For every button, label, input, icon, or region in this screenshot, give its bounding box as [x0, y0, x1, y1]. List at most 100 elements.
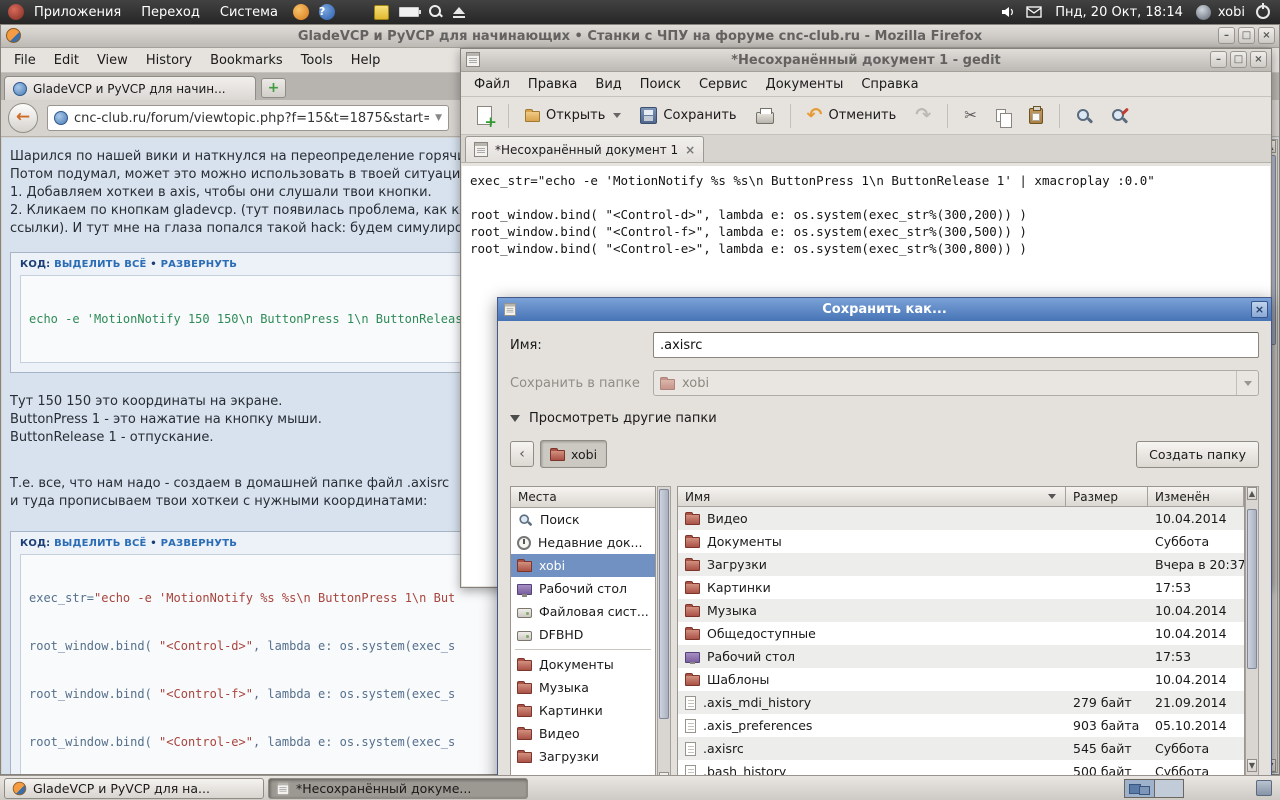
- browser-launcher-icon[interactable]: [292, 4, 309, 20]
- file-row[interactable]: Загрузки Вчера в 20:37: [678, 553, 1244, 576]
- select-all-link[interactable]: ВЫДЕЛИТЬ ВСЁ: [54, 538, 147, 549]
- create-folder-button[interactable]: Создать папку: [1136, 440, 1259, 468]
- place-pictures[interactable]: Картинки: [511, 699, 655, 722]
- combo-dropdown-icon[interactable]: [1236, 371, 1252, 395]
- taskbar-button-firefox[interactable]: GladeVCP и PyVCP для на...: [4, 777, 264, 799]
- menu-help[interactable]: Справка: [852, 74, 927, 95]
- find-button[interactable]: [1068, 101, 1100, 131]
- place-documents[interactable]: Документы: [511, 653, 655, 676]
- user-avatar-icon[interactable]: [1195, 4, 1211, 20]
- scrollbar-thumb[interactable]: [659, 489, 669, 719]
- copy-button[interactable]: [988, 101, 1018, 131]
- scroll-down-icon[interactable]: ▼: [1247, 759, 1257, 772]
- close-button[interactable]: ×: [1250, 51, 1267, 68]
- maximize-button[interactable]: □: [1230, 51, 1247, 68]
- file-row[interactable]: Документы Суббота: [678, 530, 1244, 553]
- new-tab-button[interactable]: +: [261, 78, 286, 98]
- menu-system[interactable]: Система: [210, 0, 288, 24]
- path-button-xobi[interactable]: xobi: [540, 440, 608, 468]
- user-menu[interactable]: xobi: [1216, 5, 1251, 20]
- search-applet-icon[interactable]: [428, 5, 443, 19]
- clock[interactable]: Пнд, 20 Окт, 18:14: [1047, 5, 1191, 20]
- menu-file[interactable]: Файл: [465, 74, 519, 95]
- menu-help[interactable]: Help: [342, 50, 390, 71]
- path-back-button[interactable]: ‹: [510, 441, 534, 467]
- dialog-titlebar[interactable]: Сохранить как... ×: [498, 298, 1271, 321]
- column-header-size[interactable]: Размер: [1066, 487, 1148, 507]
- place-desktop[interactable]: Рабочий стол: [511, 577, 655, 600]
- menu-view[interactable]: Вид: [586, 74, 630, 95]
- folder-combo[interactable]: xobi: [653, 370, 1259, 396]
- menu-tools[interactable]: Tools: [292, 50, 342, 71]
- menu-places[interactable]: Переход: [131, 0, 210, 24]
- open-dropdown-icon[interactable]: [613, 113, 622, 118]
- mail-icon[interactable]: [1026, 6, 1042, 18]
- place-downloads[interactable]: Загрузки: [511, 745, 655, 768]
- menu-documents[interactable]: Документы: [757, 74, 853, 95]
- scroll-up-icon[interactable]: ▲: [1247, 487, 1257, 500]
- close-button[interactable]: ×: [1258, 27, 1275, 44]
- document-tab[interactable]: *Несохранённый документ 1 ×: [465, 136, 705, 162]
- place-search[interactable]: Поиск: [511, 508, 655, 531]
- file-row[interactable]: .axisrc 545 байт Суббота: [678, 737, 1244, 760]
- redo-button[interactable]: ↷: [907, 101, 939, 131]
- paste-button[interactable]: [1021, 101, 1051, 131]
- place-home-xobi[interactable]: xobi: [511, 554, 655, 577]
- file-row[interactable]: .axis_mdi_history 279 байт 21.09.2014: [678, 691, 1244, 714]
- url-input[interactable]: [74, 110, 430, 126]
- replace-button[interactable]: [1103, 101, 1135, 131]
- firefox-titlebar[interactable]: GladeVCP и PyVCP для начинающих • Станки…: [1, 25, 1279, 48]
- save-button[interactable]: Сохранить: [632, 101, 744, 131]
- cut-button[interactable]: ✂: [956, 101, 985, 131]
- place-videos[interactable]: Видео: [511, 722, 655, 745]
- menu-tools[interactable]: Сервис: [690, 74, 757, 95]
- trash-icon[interactable]: [1256, 780, 1272, 796]
- select-all-link[interactable]: ВЫДЕЛИТЬ ВСЁ: [54, 259, 147, 270]
- file-row[interactable]: Видео 10.04.2014: [678, 507, 1244, 530]
- place-music[interactable]: Музыка: [511, 676, 655, 699]
- scrollbar-thumb[interactable]: [1247, 509, 1257, 669]
- expand-link[interactable]: РАЗВЕРНУТЬ: [161, 538, 237, 549]
- workspace-1[interactable]: [1125, 779, 1154, 797]
- column-header-modified[interactable]: Изменён: [1148, 487, 1244, 507]
- places-scrollbar[interactable]: ▼: [657, 486, 671, 799]
- power-icon[interactable]: [1256, 3, 1270, 19]
- menu-bookmarks[interactable]: Bookmarks: [201, 50, 292, 71]
- menu-edit[interactable]: Правка: [519, 74, 586, 95]
- maximize-button[interactable]: □: [1238, 27, 1255, 44]
- expand-link[interactable]: РАЗВЕРНУТЬ: [161, 259, 237, 270]
- url-bar[interactable]: ▼: [47, 105, 449, 131]
- tab-close-icon[interactable]: ×: [685, 144, 695, 156]
- menu-applications[interactable]: Приложения: [24, 0, 131, 24]
- battery-icon[interactable]: [398, 7, 421, 17]
- notes-applet-icon[interactable]: [373, 4, 389, 20]
- browser-tab[interactable]: GladeVCP и PyVCP для начин...: [4, 76, 256, 100]
- menu-edit[interactable]: Edit: [45, 50, 88, 71]
- file-row[interactable]: Рабочий стол 17:53: [678, 645, 1244, 668]
- eject-applet-icon[interactable]: [452, 6, 465, 18]
- place-filesystem[interactable]: Файловая сист...: [511, 600, 655, 623]
- menu-view[interactable]: View: [88, 50, 137, 71]
- dialog-close-button[interactable]: ×: [1251, 301, 1268, 318]
- url-dropdown-icon[interactable]: ▼: [435, 113, 442, 123]
- menu-file[interactable]: File: [5, 50, 45, 71]
- taskbar-button-gedit[interactable]: *Несохранённый докуме...: [268, 777, 528, 799]
- file-row[interactable]: Шаблоны 10.04.2014: [678, 668, 1244, 691]
- workspace-2[interactable]: [1154, 779, 1183, 797]
- place-recent[interactable]: Недавние док...: [511, 531, 655, 554]
- open-button[interactable]: Открыть: [517, 101, 629, 131]
- undo-button[interactable]: ↶ Отменить: [799, 101, 905, 131]
- distro-logo-icon[interactable]: [8, 4, 24, 20]
- place-dfbhd[interactable]: DFBHD: [511, 623, 655, 646]
- minimize-button[interactable]: –: [1210, 51, 1227, 68]
- print-button[interactable]: [748, 101, 782, 131]
- file-row[interactable]: Картинки 17:53: [678, 576, 1244, 599]
- file-list-scrollbar[interactable]: ▲ ▼: [1245, 486, 1259, 799]
- column-header-name[interactable]: Имя: [678, 487, 1066, 507]
- filename-input[interactable]: [653, 332, 1259, 358]
- volume-icon[interactable]: [1000, 4, 1016, 20]
- menu-search[interactable]: Поиск: [631, 74, 690, 95]
- help-launcher-icon[interactable]: ?: [318, 4, 335, 20]
- new-document-button[interactable]: [469, 101, 500, 131]
- menu-history[interactable]: History: [137, 50, 201, 71]
